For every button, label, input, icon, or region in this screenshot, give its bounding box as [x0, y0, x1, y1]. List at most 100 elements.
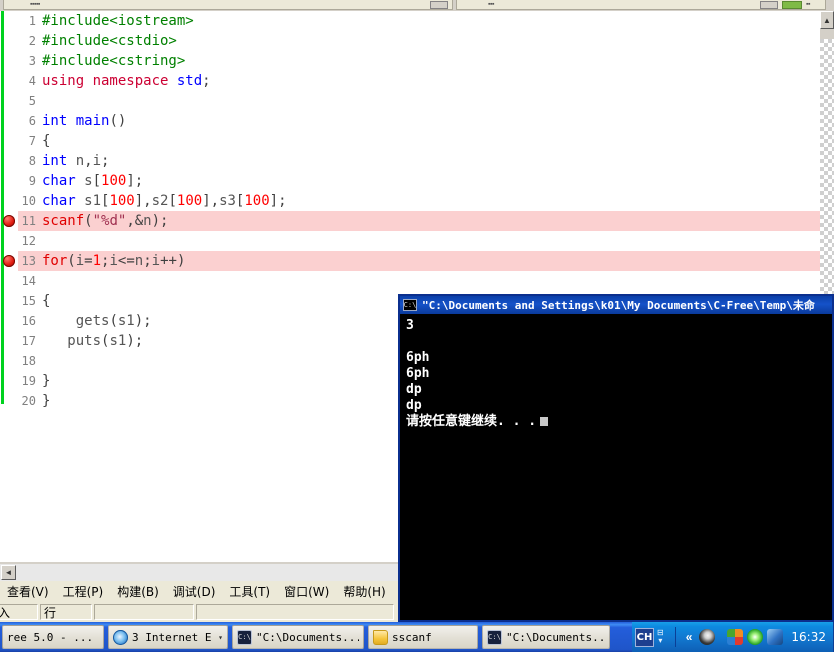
scrollbar-track[interactable]: [820, 29, 834, 39]
code-line[interactable]: 12: [0, 231, 820, 251]
line-number: 10: [21, 194, 36, 208]
code-token: s2: [151, 193, 169, 209]
menu-item-5[interactable]: 窗口(W): [277, 581, 336, 602]
code-token: n: [134, 253, 144, 269]
code-token: i: [92, 153, 102, 169]
code-token: i: [109, 253, 118, 269]
line-code: char s[100];: [42, 171, 143, 191]
code-token: ],: [134, 193, 152, 209]
ie-icon: [113, 629, 128, 645]
code-token: s3: [219, 193, 236, 209]
code-token: s1: [84, 193, 102, 209]
line-number: 18: [21, 354, 36, 368]
cmd-icon: C:\: [487, 629, 502, 645]
scroll-up-arrow-icon[interactable]: ▲: [820, 11, 834, 29]
code-token: [: [168, 193, 177, 209]
code-token: ];: [269, 193, 287, 209]
code-token: for: [42, 253, 68, 269]
blue-network-icon[interactable]: [767, 629, 784, 645]
code-token: <=: [117, 253, 135, 269]
code-token: ;: [143, 253, 152, 269]
line-number: 20: [21, 394, 36, 408]
taskbar-item-label: "C:\Documents...: [256, 630, 359, 644]
menu-item-6[interactable]: 帮助(H): [336, 581, 392, 602]
line-code: #include<cstring>: [42, 51, 185, 71]
green-shield-icon[interactable]: [747, 629, 764, 645]
code-token: main: [75, 113, 110, 129]
ime-expand-icon[interactable]: ⊟ ▾: [657, 629, 664, 645]
taskbar-item-cfree[interactable]: ree 5.0 - ...: [2, 625, 104, 649]
line-number: 12: [21, 234, 36, 248]
code-line[interactable]: 10 char s1[100],s2[100],s3[100];: [0, 191, 820, 211]
system-tray[interactable]: CH ⊟ ▾ « 16:32: [632, 622, 834, 652]
console-output-text: 3 6ph 6ph dp dp 请按任意键继续. . .: [406, 318, 537, 429]
taskbar-item-label: sscanf: [392, 630, 432, 644]
line-number: 2: [28, 34, 36, 48]
line-code: {: [42, 131, 50, 151]
code-line[interactable]: 3 #include<cstring>: [0, 51, 820, 71]
status-insert-mode: 插入: [0, 604, 38, 620]
show-hidden-icons-icon[interactable]: «: [686, 630, 693, 644]
line-code: }: [42, 371, 50, 391]
line-code: using namespace std;: [42, 71, 211, 91]
chevron-down-icon[interactable]: ▾: [218, 633, 223, 642]
line-code: scanf("%d",&n);: [42, 211, 168, 231]
taskbar[interactable]: ree 5.0 - ... 3 Internet E... ▾ C:\ "C:\Docu…: [0, 622, 834, 652]
code-token: n: [75, 153, 85, 169]
code-token: }: [42, 373, 51, 389]
code-line[interactable]: 6 int main(): [0, 111, 820, 131]
code-line[interactable]: 8 int n,i;: [0, 151, 820, 171]
code-token: char: [42, 173, 76, 189]
code-line[interactable]: 5: [0, 91, 820, 111]
person-icon[interactable]: [699, 629, 716, 645]
code-token: 1: [92, 253, 102, 269]
scroll-left-arrow-icon[interactable]: ◄: [1, 565, 16, 580]
code-token: "%d": [92, 213, 127, 229]
ime-indicator[interactable]: CH: [635, 627, 655, 647]
menu-item-4[interactable]: 工具(T): [222, 581, 277, 602]
code-token: 100: [244, 193, 270, 209]
line-code: int main(): [42, 111, 126, 131]
code-token: ,&: [126, 213, 144, 229]
code-line[interactable]: 7{: [0, 131, 820, 151]
taskbar-item-console-1[interactable]: C:\ "C:\Documents...: [232, 625, 364, 649]
line-code: {: [42, 291, 50, 311]
maximize-button-right[interactable]: [782, 1, 802, 9]
code-line[interactable]: 1 #include<iostream>: [0, 11, 820, 31]
status-bar: 插入 行: [0, 602, 398, 622]
menu-item-2[interactable]: 构建(B): [110, 581, 166, 602]
editor-horizontal-scrollbar[interactable]: ◄: [0, 563, 398, 581]
code-token: =: [84, 253, 93, 269]
taskbar-item-sscanf[interactable]: sscanf: [368, 625, 478, 649]
code-token: );: [126, 333, 144, 349]
close-button-right[interactable]: ▪▪: [806, 0, 810, 9]
code-line[interactable]: 14: [0, 271, 820, 291]
code-token: i: [75, 253, 85, 269]
console-window[interactable]: C:\ "C:\Documents and Settings\k01\My Do…: [398, 294, 834, 622]
code-line[interactable]: 13 for(i=1;i<=n;i++): [0, 251, 820, 271]
minimize-button-left[interactable]: [430, 1, 448, 9]
code-token: {: [42, 133, 51, 149]
menu-item-3[interactable]: 调试(D): [166, 581, 223, 602]
code-token: }: [42, 393, 51, 409]
code-line[interactable]: 2 #include<cstdio>: [0, 31, 820, 51]
menu-bar[interactable]: 查看(V) 工程(P) 构建(B) 调试(D) 工具(T) 窗口(W) 帮助(H): [0, 581, 398, 602]
code-line[interactable]: 11 scanf("%d",&n);: [0, 211, 820, 231]
taskbar-item-label: 3 Internet E...: [132, 630, 214, 644]
taskbar-item-label: ree 5.0 - ...: [7, 630, 94, 644]
minimize-button-right[interactable]: [760, 1, 778, 9]
pinwheel-icon[interactable]: [727, 629, 744, 645]
menu-item-0[interactable]: 查看(V): [0, 581, 56, 602]
console-titlebar[interactable]: C:\ "C:\Documents and Settings\k01\My Do…: [400, 296, 832, 314]
line-number: 3: [28, 54, 36, 68]
menu-item-1[interactable]: 工程(P): [56, 581, 111, 602]
taskbar-item-console-2[interactable]: C:\ "C:\Documents...: [482, 625, 610, 649]
code-line[interactable]: 4 using namespace std;: [0, 71, 820, 91]
code-line[interactable]: 9 char s[100];: [0, 171, 820, 191]
desktop-screen: ▪▪▪▪▪ ▪▪▪ ▪▪ 1 #include<iostream> 2 #includ…: [0, 0, 834, 652]
clock[interactable]: 16:32: [791, 630, 826, 644]
taskbar-item-internet-explorer[interactable]: 3 Internet E... ▾: [108, 625, 228, 649]
